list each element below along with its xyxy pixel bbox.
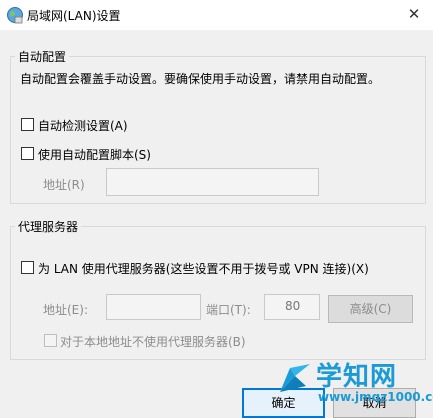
proxy-address-label: 地址(E):	[43, 303, 88, 317]
proxy-address-input[interactable]	[106, 294, 201, 320]
internet-options-globe-icon	[7, 7, 23, 24]
title-bar: 局域网(LAN)设置 ✕	[0, 0, 433, 30]
bypass-local-label[interactable]: 对于本地地址不使用代理服务器(B)	[60, 333, 246, 350]
window-title: 局域网(LAN)设置	[27, 9, 121, 23]
watermark-url: www.jmqz1000.com	[318, 390, 433, 404]
proxy-port-input[interactable]: 80	[264, 294, 320, 320]
watermark-title: 学知网	[316, 362, 398, 392]
use-script-label[interactable]: 使用自动配置脚本(S)	[38, 146, 151, 163]
auto-config-legend: 自动配置	[15, 48, 70, 65]
proxy-port-label: 端口(T):	[206, 303, 251, 317]
bypass-local-checkbox[interactable]	[44, 334, 57, 347]
script-address-input[interactable]	[106, 168, 319, 196]
use-proxy-label[interactable]: 为 LAN 使用代理服务器(这些设置不用于拨号或 VPN 连接)(X)	[38, 260, 369, 277]
site-watermark: 学知网 www.jmqz1000.com	[278, 356, 433, 408]
auto-detect-label[interactable]: 自动检测设置(A)	[38, 117, 128, 134]
script-address-label: 地址(R)	[43, 178, 85, 192]
use-proxy-checkbox[interactable]	[21, 261, 34, 274]
use-script-checkbox[interactable]	[21, 147, 34, 160]
close-button[interactable]: ✕	[401, 2, 427, 26]
auto-detect-checkbox[interactable]	[21, 118, 34, 131]
proxy-server-legend: 代理服务器	[15, 218, 82, 235]
watermark-logo-icon	[280, 364, 310, 392]
auto-config-description: 自动配置会覆盖手动设置。要确保使用手动设置，请禁用自动配置。	[20, 72, 381, 86]
advanced-button[interactable]: 高级(C)	[328, 295, 413, 323]
